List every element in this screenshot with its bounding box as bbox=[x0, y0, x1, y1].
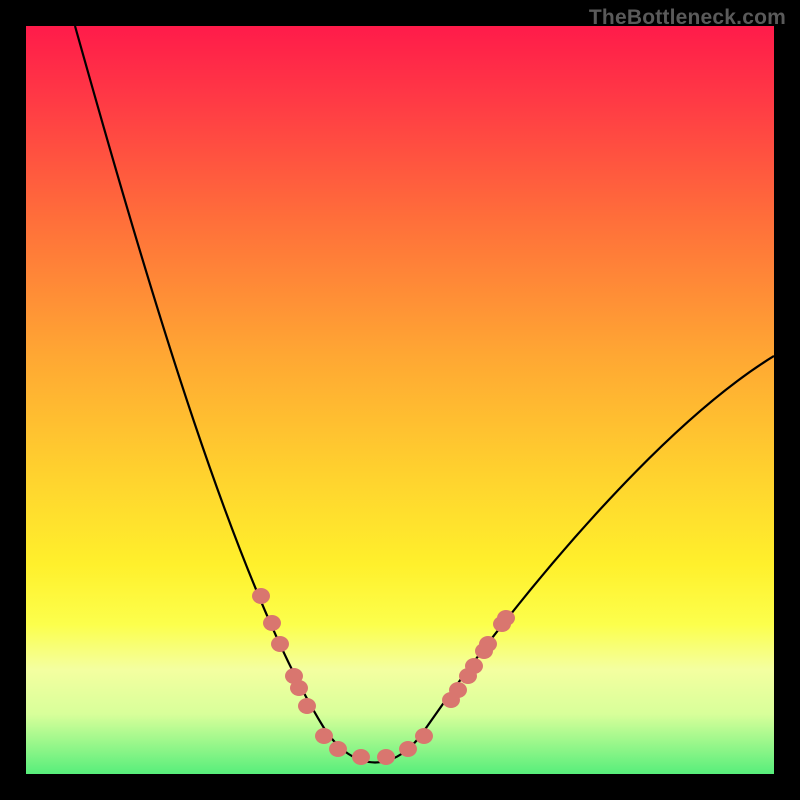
curve-marker bbox=[315, 728, 333, 744]
curve-marker bbox=[252, 588, 270, 604]
curve-marker bbox=[352, 749, 370, 765]
curve-marker bbox=[271, 636, 289, 652]
curve-marker bbox=[290, 680, 308, 696]
curve-marker bbox=[415, 728, 433, 744]
curve-marker bbox=[399, 741, 417, 757]
curve-marker bbox=[465, 658, 483, 674]
curve-marker bbox=[449, 682, 467, 698]
curve-marker bbox=[479, 636, 497, 652]
curve-markers bbox=[252, 588, 515, 765]
curve-marker bbox=[377, 749, 395, 765]
chart-svg bbox=[26, 26, 774, 774]
chart-plot-area bbox=[26, 26, 774, 774]
curve-marker bbox=[298, 698, 316, 714]
curve-marker bbox=[329, 741, 347, 757]
bottleneck-curve bbox=[75, 26, 774, 763]
watermark-text: TheBottleneck.com bbox=[589, 6, 786, 30]
curve-marker bbox=[263, 615, 281, 631]
curve-marker bbox=[497, 610, 515, 626]
